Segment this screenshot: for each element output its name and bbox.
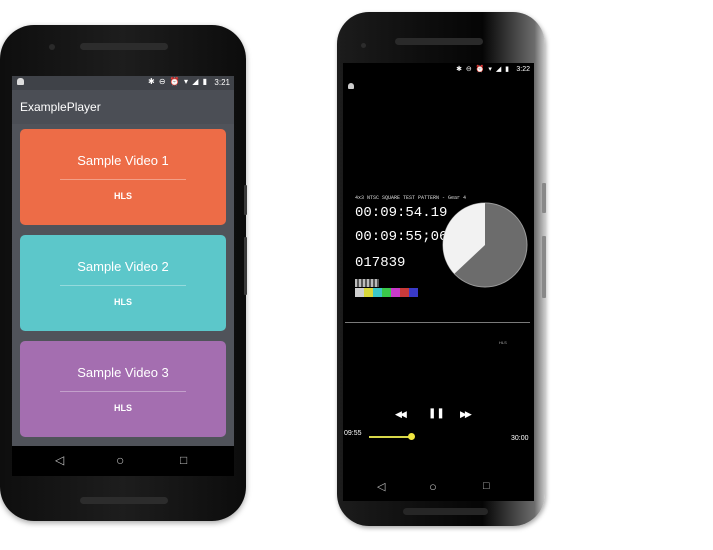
speaker-grille-top (395, 38, 483, 45)
volume-button (244, 237, 247, 295)
speaker-grille-top (80, 43, 168, 50)
video-title: Sample Video 2 (77, 259, 169, 274)
video-card-3[interactable]: Sample Video 3 HLS (20, 341, 226, 437)
color-bar (382, 288, 391, 297)
status-icons: ✱ ⊖ ⏰ ▾ ◢ ▮ (456, 66, 510, 73)
screen-left: ✱ ⊖ ⏰ ▾ ◢ ▮ 3:21 ExamplePlayer Sample Vi… (12, 76, 234, 446)
fast-forward-icon[interactable]: ▶▶ (460, 409, 472, 420)
android-notification-icon (17, 78, 24, 85)
video-type: HLS (114, 191, 132, 201)
android-notification-icon (348, 83, 354, 89)
overlay-label: HLS (499, 340, 507, 345)
card-divider (60, 285, 186, 286)
status-time: 3:21 (214, 78, 230, 87)
status-bar: ✱ ⊖ ⏰ ▾ ◢ ▮ 3:22 (343, 63, 534, 77)
duration: 30:00 (511, 435, 529, 442)
pause-icon[interactable]: ❚❚ (428, 408, 445, 419)
app-bar: ExamplePlayer (12, 90, 234, 124)
color-bars (355, 288, 419, 297)
app-title: ExamplePlayer (20, 100, 101, 114)
speaker-grille-bottom (403, 508, 488, 515)
volume-button (542, 236, 546, 298)
video-card-1[interactable]: Sample Video 1 HLS (20, 129, 226, 225)
card-divider (60, 391, 186, 392)
navigation-bar: ◁ ○ □ (343, 473, 534, 501)
frame-counter: 017839 (355, 255, 406, 271)
video-type: HLS (114, 297, 132, 307)
test-pattern-circle (442, 202, 528, 288)
progress-bar[interactable] (369, 436, 411, 438)
home-icon[interactable]: ○ (116, 452, 124, 468)
progress-thumb[interactable] (408, 433, 415, 440)
screen-right: ✱ ⊖ ⏰ ▾ ◢ ▮ 3:22 4x3 NTSC SQUARE TEST PA… (343, 63, 534, 473)
power-button (542, 183, 546, 213)
home-icon[interactable]: ○ (429, 479, 437, 494)
speaker-grille-bottom (80, 497, 168, 504)
rewind-icon[interactable]: ◀◀ (395, 409, 407, 420)
navigation-bar: ◁ ○ □ (12, 446, 234, 476)
status-icons: ✱ ⊖ ⏰ ▾ ◢ ▮ (147, 77, 208, 86)
card-divider (60, 179, 186, 180)
power-button (244, 185, 247, 215)
video-divider-line (345, 322, 530, 323)
timecode-2: 00:09:55;06 (355, 229, 448, 245)
status-bar: ✱ ⊖ ⏰ ▾ ◢ ▮ 3:21 (12, 76, 234, 90)
back-icon[interactable]: ◁ (377, 480, 385, 493)
color-bar (409, 288, 418, 297)
recents-icon[interactable]: □ (180, 453, 187, 467)
video-surface[interactable]: 4x3 NTSC SQUARE TEST PATTERN - Gear 4 00… (343, 183, 534, 313)
color-bar (373, 288, 382, 297)
color-bar (364, 288, 373, 297)
video-card-2[interactable]: Sample Video 2 HLS (20, 235, 226, 331)
video-title: Sample Video 3 (77, 365, 169, 380)
timecode-1: 00:09:54.19 (355, 205, 448, 221)
back-icon[interactable]: ◁ (55, 453, 64, 467)
resolution-chart (355, 279, 379, 287)
status-time: 3:22 (516, 66, 530, 73)
color-bar (400, 288, 409, 297)
current-time: 09:55 (344, 430, 362, 437)
front-camera (361, 43, 366, 48)
video-type: HLS (114, 403, 132, 413)
recents-icon[interactable]: □ (483, 480, 490, 492)
color-bar (391, 288, 400, 297)
color-bar (355, 288, 364, 297)
front-camera (49, 44, 55, 50)
video-title: Sample Video 1 (77, 153, 169, 168)
